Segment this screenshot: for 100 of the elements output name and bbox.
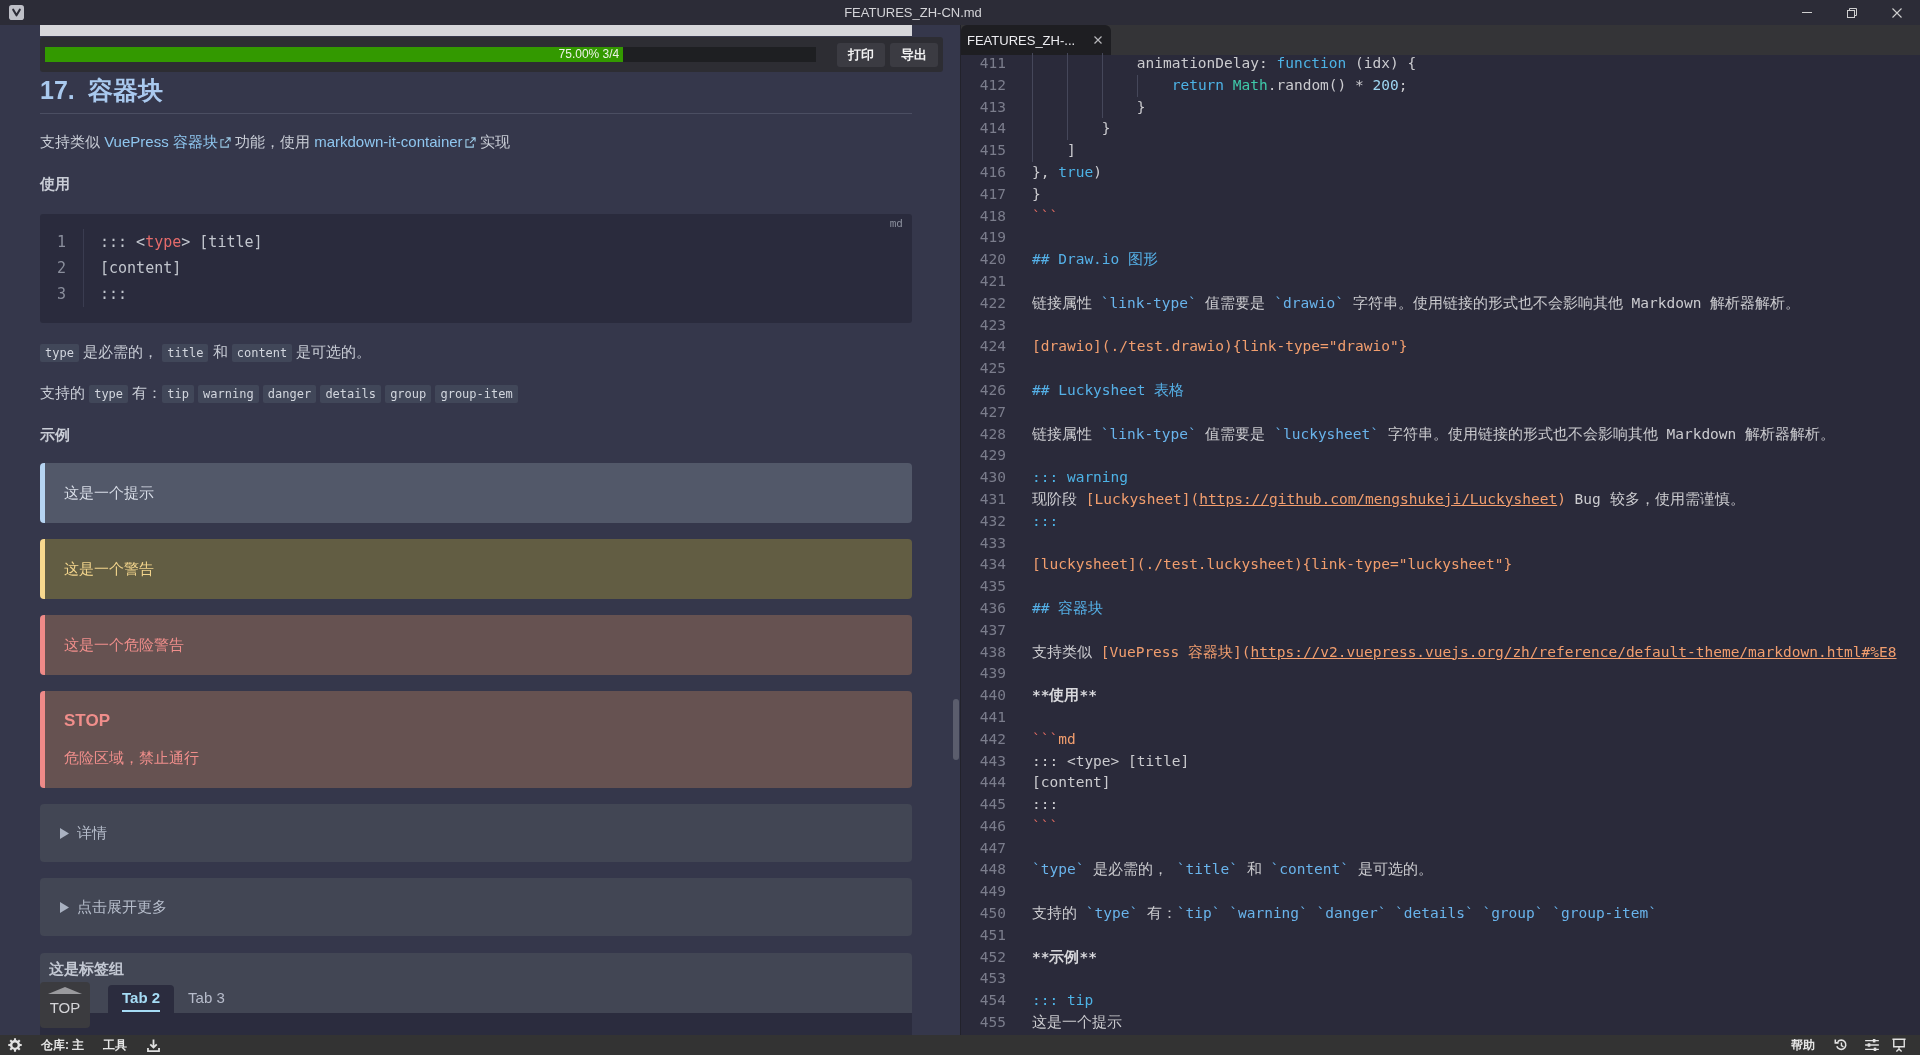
details-summary[interactable]: 点击展开更多 <box>60 895 167 919</box>
print-button[interactable]: 打印 <box>837 42 885 67</box>
url-link[interactable]: https://github.com/mengshukeji/Luckysheet <box>1199 490 1558 507</box>
chevron-up-icon <box>48 987 82 994</box>
code-line: }, true) <box>1032 163 1102 182</box>
url-link[interactable]: https://v2.vuepress.vuejs.org/zh/reference/default-theme/markdown.html#%E8 <box>1250 643 1897 660</box>
code-line: `type` 是必需的， `title` 和 `content` 是可选的。 <box>1032 860 1433 880</box>
line-number: 1 <box>40 229 84 255</box>
code-line: 这是一个提示 <box>1032 1013 1122 1033</box>
close-icon[interactable] <box>1094 36 1102 44</box>
status-item[interactable]: 仓库: 主 <box>41 1036 85 1054</box>
code-line: } <box>1101 119 1111 139</box>
section-heading: 17. 容器块 <box>40 74 912 114</box>
link[interactable]: VuePress 容器块 <box>104 133 231 150</box>
sliders-icon[interactable] <box>1865 1039 1879 1051</box>
presentation-icon[interactable] <box>1892 1038 1906 1052</box>
line-number: 453 <box>978 969 1006 989</box>
line-number: 455 <box>978 1013 1006 1033</box>
line-number: 437 <box>978 620 1006 640</box>
external-link-icon <box>464 137 476 148</box>
history-icon[interactable] <box>1834 1038 1848 1052</box>
code-line: [drawio](./test.drawio){link-type="drawio"} <box>1032 337 1408 357</box>
line-number: 433 <box>978 533 1006 553</box>
code-line: ] <box>1066 141 1076 161</box>
external-link-icon <box>219 137 231 148</box>
code-line: ::: <type> [title] <box>99 232 263 253</box>
line-number: 428 <box>978 424 1006 444</box>
line-number: 415 <box>978 141 1006 161</box>
code-line: ::: <box>1032 795 1059 815</box>
link[interactable]: markdown-it-container <box>314 133 476 150</box>
line-number: 431 <box>978 489 1006 509</box>
container-text: 这是一个警告 <box>64 559 155 579</box>
code-line: ``` <box>1032 816 1059 836</box>
line-number: 424 <box>978 337 1006 357</box>
code-line: ::: tip <box>1032 991 1094 1011</box>
back-to-top-button[interactable]: TOP <box>40 982 90 1028</box>
language-label: md <box>889 216 903 232</box>
indent-guide <box>1136 74 1138 97</box>
editor-tab[interactable]: FEATURES_ZH-... <box>961 25 1111 55</box>
scrollbar-thumb[interactable] <box>953 699 959 760</box>
progress-label: 75.00% 3/4 <box>558 47 621 62</box>
details-summary[interactable]: 详情 <box>60 821 107 845</box>
tab[interactable]: Tab 2 <box>108 985 175 1013</box>
code-line: animationDelay: function (idx) { <box>1136 54 1417 73</box>
window-title: FEATURES_ZH-CN.md <box>843 5 983 20</box>
line-number: 423 <box>978 315 1006 335</box>
line-number: 412 <box>978 75 1006 95</box>
code-line: **使用** <box>1032 686 1097 706</box>
bold-label: 示例 <box>40 425 71 445</box>
code-line: ``` <box>1032 206 1059 226</box>
line-number: 417 <box>978 184 1006 204</box>
line-number: 435 <box>978 577 1006 597</box>
line-number: 430 <box>978 468 1006 488</box>
line-number: 420 <box>978 250 1006 270</box>
code-line: ::: <box>1032 511 1059 531</box>
code-line: 链接属性 `link-type` 值需要是 `luckysheet` 字符串。使用链接的形式也不会影响其他 Markdown 解析器解析。 <box>1032 424 1836 444</box>
code-line: ## Draw.io 图形 <box>1032 250 1159 270</box>
line-number: 429 <box>978 446 1006 466</box>
export-button[interactable]: 导出 <box>890 42 938 67</box>
paragraph: 支持类似 VuePress 容器块 功能，使用 markdown-it-container 实现 <box>40 132 511 152</box>
line-number: 432 <box>978 511 1006 531</box>
code-line: return Math.random() * 200; <box>1171 75 1408 95</box>
line-number: 445 <box>978 795 1006 815</box>
line-number: 419 <box>978 228 1006 248</box>
paragraph: type 是必需的， title 和 content 是可选的。 <box>40 340 912 364</box>
line-number: 450 <box>978 904 1006 924</box>
line-number: 418 <box>978 206 1006 226</box>
code-line: } <box>1136 97 1146 117</box>
line-number: 441 <box>978 707 1006 727</box>
code-line: ::: warning <box>1032 468 1129 488</box>
line-number: 413 <box>978 97 1006 117</box>
line-number: 436 <box>978 598 1006 618</box>
code-line: [luckysheet](./test.luckysheet){link-type="luckysheet"} <box>1032 555 1513 575</box>
line-number: 416 <box>978 163 1006 182</box>
line-number: 446 <box>978 816 1006 836</box>
settings-icon[interactable] <box>8 1038 22 1052</box>
download-icon[interactable] <box>147 1038 161 1052</box>
code-line: 支持类似 [VuePress 容器块](https://v2.vuepress.vuejs.org/zh/reference/default-theme/markdown.html#%E8 <box>1032 642 1897 662</box>
restore-icon[interactable] <box>1847 7 1857 18</box>
line-number: 2 <box>40 255 84 281</box>
line-number: 427 <box>978 402 1006 422</box>
line-number: 434 <box>978 555 1006 575</box>
line-number: 3 <box>40 281 84 307</box>
status-item[interactable]: 工具 <box>103 1036 128 1054</box>
line-number: 438 <box>978 642 1006 662</box>
code-line: ::: <type> [title] <box>1032 751 1190 771</box>
close-icon[interactable] <box>1892 7 1902 18</box>
app-icon[interactable] <box>9 5 24 20</box>
line-number: 451 <box>978 925 1006 945</box>
line-number: 439 <box>978 664 1006 684</box>
line-number: 454 <box>978 991 1006 1011</box>
help-link[interactable]: 帮助 <box>1791 1036 1815 1054</box>
code-line: 现阶段 [Luckysheet](https://github.com/mengshukeji/Luckysheet) Bug 较多，使用需谨慎。 <box>1032 489 1745 509</box>
container-title: STOP <box>64 710 111 732</box>
line-number: 448 <box>978 860 1006 880</box>
tab[interactable]: Tab 3 <box>174 985 239 1013</box>
code-line: ## 容器块 <box>1032 598 1104 618</box>
line-number: 422 <box>978 293 1006 313</box>
code-line: ::: <box>99 284 128 305</box>
code-line: ```md <box>1032 729 1076 749</box>
